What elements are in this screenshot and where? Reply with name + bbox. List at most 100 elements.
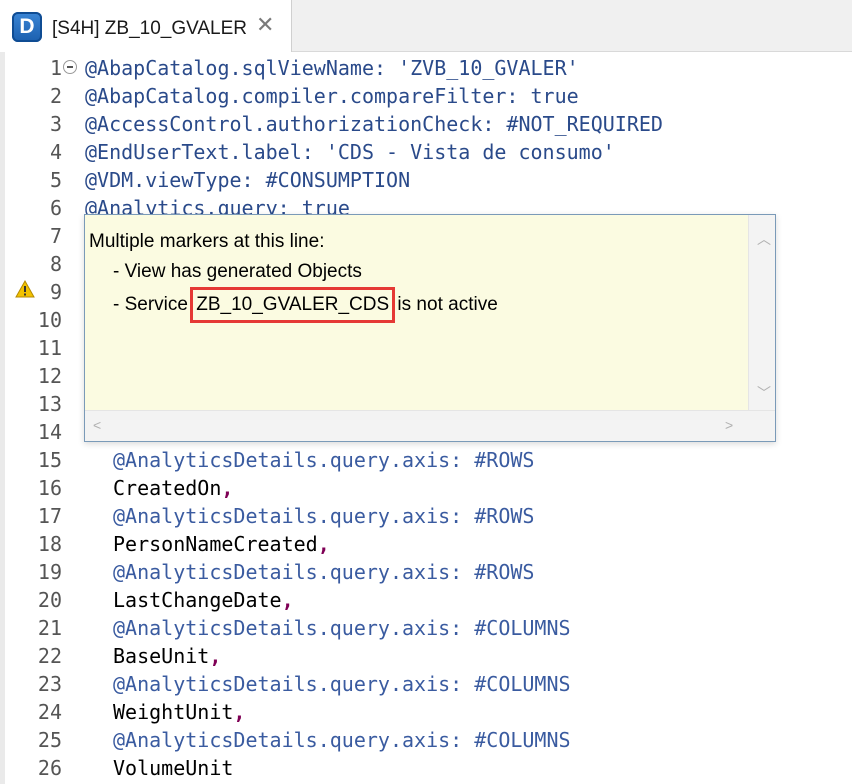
code-text: CreatedOn	[113, 476, 222, 500]
popup-content: Multiple markers at this line: - View ha…	[89, 227, 498, 323]
cds-file-icon: D	[12, 12, 42, 42]
code-text: @AnalyticsDetails.query.axis: #ROWS	[113, 560, 535, 584]
scroll-right-icon[interactable]: >	[725, 417, 733, 433]
line-number: 26	[37, 756, 62, 780]
code-line[interactable]: 17 @AnalyticsDetails.query.axis: #ROWS	[5, 502, 852, 530]
code-text: @AbapCatalog.compiler.compareFilter: tru…	[85, 84, 579, 108]
line-number: 16	[37, 476, 62, 500]
line-number: 23	[37, 672, 62, 696]
comma-token: ,	[221, 476, 234, 500]
line-number: 15	[37, 448, 62, 472]
code-line[interactable]: 4 @EndUserText.label: 'CDS - Vista de con…	[5, 138, 852, 166]
annotation-text: @AnalyticsDetails.query.axis: #COLUMNS	[113, 726, 571, 754]
line-number: 18	[37, 532, 62, 556]
scroll-left-icon[interactable]: <	[93, 417, 101, 433]
comma-token: ,	[281, 588, 294, 612]
code-text: @AnalyticsDetails.query.axis: #ROWS	[113, 448, 535, 472]
comma-token: ,	[233, 700, 246, 724]
code-line[interactable]: 2 @AbapCatalog.compiler.compareFilter: tr…	[5, 82, 852, 110]
code-line[interactable]: 24 WeightUnit,	[5, 698, 852, 726]
code-text: @EndUserText.label: 'CDS - Vista de cons…	[85, 140, 615, 164]
scroll-down-icon[interactable]: ﹀	[757, 383, 771, 403]
code-text: @AnalyticsDetails.query.axis: #COLUMNS	[113, 616, 571, 640]
annotation-text: @VDM.viewType: #CONSUMPTION	[85, 166, 410, 194]
line-number: 13	[37, 392, 62, 416]
line-number: 4	[49, 140, 62, 164]
code-line[interactable]: 1 @AbapCatalog.sqlViewName: 'ZVB_10_GVALE…	[5, 54, 852, 82]
line-number: 11	[37, 336, 62, 360]
line-number: 24	[37, 700, 62, 724]
annotation-text: @AnalyticsDetails.query.axis: #ROWS	[113, 446, 534, 474]
line-number: 20	[37, 588, 62, 612]
field-name: BaseUnit,	[113, 642, 221, 670]
code-text: @AnalyticsDetails.query.axis: #COLUMNS	[113, 728, 571, 752]
code-line[interactable]: 21 @AnalyticsDetails.query.axis: #COLUMNS	[5, 614, 852, 642]
code-line[interactable]: 20 LastChangeDate,	[5, 586, 852, 614]
annotation-text: @AccessControl.authorizationCheck: #NOT_…	[85, 110, 663, 138]
field-name: CreatedOn,	[113, 474, 233, 502]
annotation-text: @AnalyticsDetails.query.axis: #ROWS	[113, 558, 534, 586]
fold-collapse-icon[interactable]	[63, 60, 77, 74]
line-number: 21	[37, 616, 62, 640]
line-number: 1	[49, 56, 62, 80]
line-number: 5	[49, 168, 62, 192]
code-line[interactable]: 22 BaseUnit,	[5, 642, 852, 670]
code-line[interactable]: 23 @AnalyticsDetails.query.axis: #COLUMNS	[5, 670, 852, 698]
code-text: @AnalyticsDetails.query.axis: #COLUMNS	[113, 672, 571, 696]
line-number: 8	[49, 252, 62, 276]
field-name: PersonNameCreated,	[113, 530, 330, 558]
code-text: PersonNameCreated	[113, 532, 318, 556]
code-text: @AbapCatalog.sqlViewName: 'ZVB_10_GVALER…	[85, 56, 579, 80]
annotation-text: @AnalyticsDetails.query.axis: #ROWS	[113, 502, 534, 530]
line-number: 17	[37, 504, 62, 528]
code-line[interactable]: 26 VolumeUnit	[5, 754, 852, 782]
scroll-up-icon[interactable]: ︿	[757, 229, 771, 249]
horizontal-scrollbar[interactable]: < >	[85, 410, 775, 441]
line-number: 10	[37, 308, 62, 332]
code-text: WeightUnit	[113, 700, 234, 724]
editor-tab-bar: D [S4H] ZB_10_GVALER ✕	[0, 0, 852, 52]
code-line[interactable]: 19 @AnalyticsDetails.query.axis: #ROWS	[5, 558, 852, 586]
annotation-text: @EndUserText.label: 'CDS - Vista de cons…	[85, 138, 615, 166]
code-text: LastChangeDate	[113, 588, 282, 612]
field-name: LastChangeDate,	[113, 586, 294, 614]
code-line[interactable]: 18 PersonNameCreated,	[5, 530, 852, 558]
code-text: @AccessControl.authorizationCheck: #NOT_…	[85, 112, 663, 136]
tab-zb-10-gvaler[interactable]: D [S4H] ZB_10_GVALER ✕	[0, 0, 292, 52]
field-name: VolumeUnit	[113, 754, 233, 782]
code-text: @AnalyticsDetails.query.axis: #ROWS	[113, 504, 535, 528]
annotation-text: @AbapCatalog.sqlViewName: 'ZVB_10_GVALER…	[85, 54, 579, 82]
line-number: 12	[37, 364, 62, 388]
marker-item-1: - View has generated Objects	[113, 261, 362, 282]
code-text: VolumeUnit	[113, 756, 234, 780]
close-icon[interactable]: ✕	[256, 12, 274, 38]
popup-heading: Multiple markers at this line:	[89, 231, 325, 252]
code-line[interactable]: 5 @VDM.viewType: #CONSUMPTION	[5, 166, 852, 194]
vertical-scrollbar[interactable]: ︿ ﹀	[748, 215, 775, 411]
line-number: 3	[49, 112, 62, 136]
markers-hover-popup: Multiple markers at this line: - View ha…	[84, 214, 776, 442]
annotation-text: @AnalyticsDetails.query.axis: #COLUMNS	[113, 670, 571, 698]
code-line[interactable]: 15 @AnalyticsDetails.query.axis: #ROWS	[5, 446, 852, 474]
service-name-highlight: ZB_10_GVALER_CDS	[190, 287, 396, 323]
line-number: 7	[49, 224, 62, 248]
marker-item-2: - Service ZB_10_GVALER_CDS is not active	[89, 287, 498, 323]
code-line[interactable]: 3 @AccessControl.authorizationCheck: #NOT…	[5, 110, 852, 138]
line-number: 22	[37, 644, 62, 668]
comma-token: ,	[317, 532, 330, 556]
annotation-text: @AbapCatalog.compiler.compareFilter: tru…	[85, 82, 579, 110]
line-number: 14	[37, 420, 62, 444]
line-number: 6	[49, 196, 62, 220]
line-number: 9	[49, 280, 62, 304]
tab-title: [S4H] ZB_10_GVALER	[52, 18, 248, 39]
marker-item-2-suffix: is not active	[392, 294, 498, 315]
field-name: WeightUnit,	[113, 698, 245, 726]
code-line[interactable]: 25 @AnalyticsDetails.query.axis: #COLUMNS	[5, 726, 852, 754]
code-text: @VDM.viewType: #CONSUMPTION	[85, 168, 411, 192]
code-line[interactable]: 16 CreatedOn,	[5, 474, 852, 502]
comma-token: ,	[209, 644, 222, 668]
marker-item-2-prefix: - Service	[113, 294, 194, 315]
line-number: 2	[49, 84, 62, 108]
code-text: BaseUnit	[113, 644, 210, 668]
line-number: 19	[37, 560, 62, 584]
